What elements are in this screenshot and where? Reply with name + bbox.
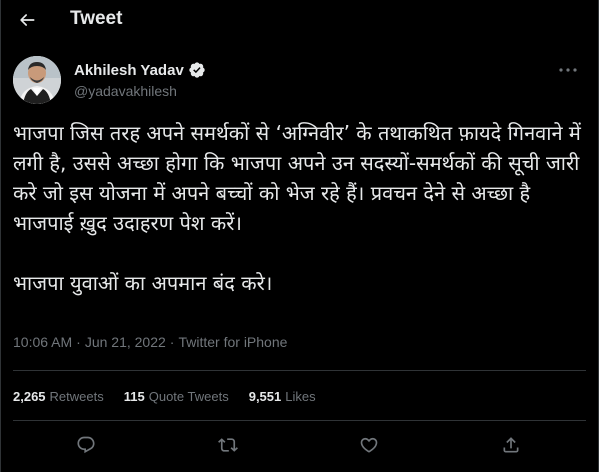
tweet-author: Akhilesh Yadav @yadavakhilesh (13, 56, 588, 106)
avatar-photo (13, 56, 61, 104)
tweet-time[interactable]: 10:06 AM (13, 334, 72, 350)
name-row: Akhilesh Yadav (74, 61, 206, 79)
author-handle[interactable]: @yadavakhilesh (74, 83, 177, 99)
tweet-text: भाजपा जिस तरह अपने समर्थकों से ‘अग्निवीर… (13, 118, 583, 298)
retweets-count: 2,265 (13, 388, 46, 404)
likes-label: Likes (285, 388, 316, 404)
verified-badge-icon (189, 62, 205, 78)
back-button[interactable] (13, 6, 41, 34)
share-button[interactable] (499, 433, 523, 457)
likes-count: 9,551 (248, 388, 282, 404)
tweet-stats: 2,265 Retweets 115 Quote Tweets 9,551 Li… (13, 386, 336, 406)
meta-separator: · (169, 334, 175, 350)
like-button[interactable] (357, 433, 381, 457)
tweet-page: Tweet Akhilesh Yadav @yadavakhilesh भाजप… (0, 0, 599, 472)
divider (13, 420, 586, 421)
tweet-paragraph: भाजपा जिस तरह अपने समर्थकों से ‘अग्निवीर… (13, 121, 581, 235)
arrow-left-icon (20, 14, 35, 26)
more-options-button[interactable] (556, 60, 580, 80)
more-horizontal-icon (559, 68, 577, 72)
divider (13, 370, 586, 371)
retweet-button[interactable] (216, 433, 240, 457)
like-icon (360, 437, 378, 453)
page-header: Tweet (1, 0, 598, 40)
tweet-actions (1, 430, 598, 460)
reply-icon (77, 436, 95, 454)
tweet-paragraph: भाजपा युवाओं का अपमान बंद करे। (13, 271, 273, 295)
tweet-date[interactable]: Jun 21, 2022 (85, 334, 166, 350)
tweet-metadata: 10:06 AM · Jun 21, 2022 · Twitter for iPhone (13, 334, 287, 350)
quote-tweets-stat[interactable]: 115 Quote Tweets (124, 389, 229, 404)
avatar[interactable] (13, 56, 61, 104)
quote-tweets-count: 115 (123, 388, 145, 404)
likes-stat[interactable]: 9,551 Likes (249, 389, 316, 404)
retweets-label: Retweets (49, 388, 104, 404)
reply-button[interactable] (74, 433, 98, 457)
author-display-name[interactable]: Akhilesh Yadav (74, 62, 184, 79)
page-title: Tweet (70, 8, 123, 29)
quote-tweets-label: Quote Tweets (148, 388, 229, 404)
retweet-icon (218, 438, 238, 452)
tweet-source[interactable]: Twitter for iPhone (178, 334, 287, 350)
meta-separator: · (76, 334, 81, 350)
retweets-stat[interactable]: 2,265 Retweets (13, 389, 104, 404)
share-icon (503, 437, 519, 453)
